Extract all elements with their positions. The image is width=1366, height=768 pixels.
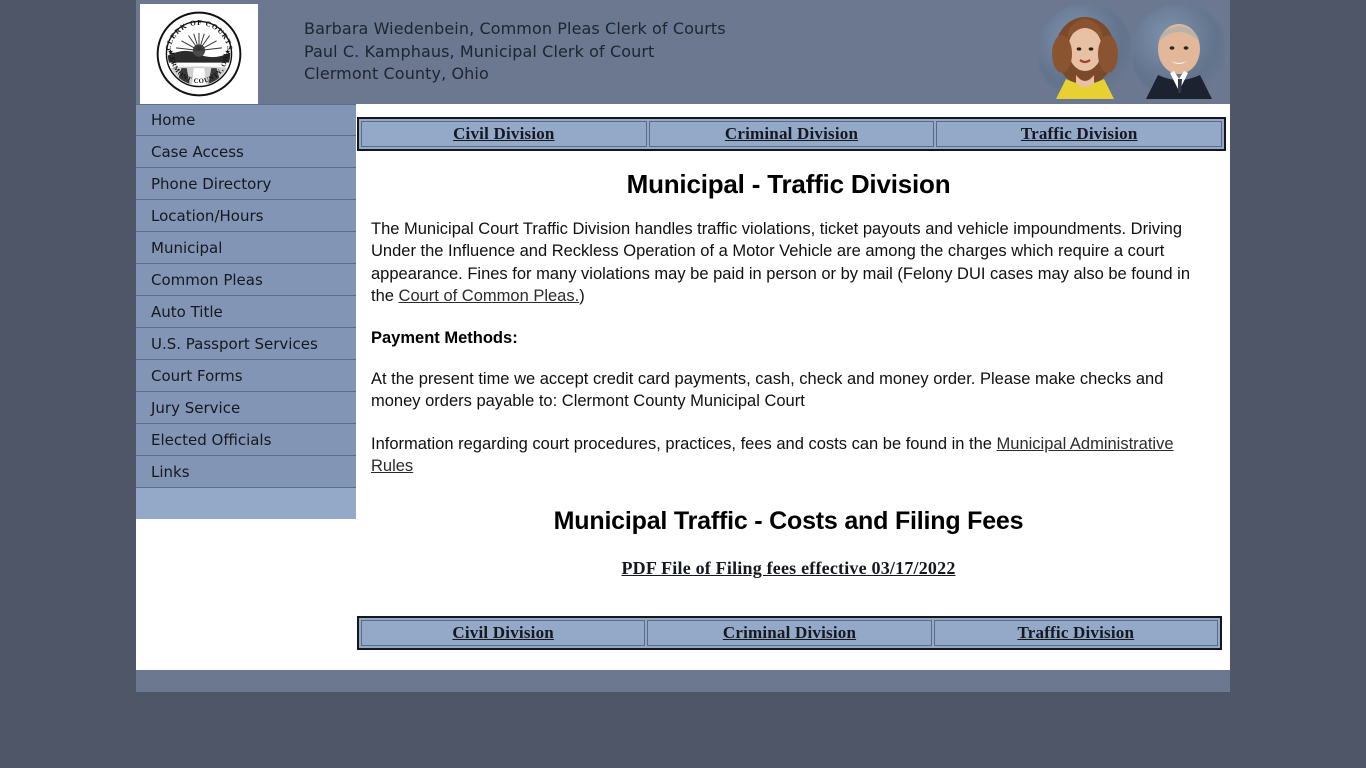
masthead-officials: Barbara Wiedenbein, Common Pleas Clerk o… bbox=[304, 18, 726, 86]
sidebar-navigation: Home Case Access Phone Directory Locatio… bbox=[136, 104, 357, 519]
sidebar-item-common-pleas[interactable]: Common Pleas bbox=[136, 264, 356, 296]
tab-traffic-division-top[interactable]: Traffic Division bbox=[936, 121, 1223, 147]
filing-fees-pdf-link[interactable]: PDF File of Filing fees effective 03/17/… bbox=[621, 558, 955, 578]
division-tabbar-bottom-wrap: Civil Division Criminal Division Traffic… bbox=[357, 616, 1230, 650]
tab-link-label[interactable]: Civil Division bbox=[453, 124, 555, 144]
tab-civil-division-bottom[interactable]: Civil Division bbox=[361, 620, 646, 646]
rules-text-part-1: Information regarding court procedures, … bbox=[371, 434, 997, 453]
tab-link-label[interactable]: Criminal Division bbox=[725, 124, 858, 144]
tab-civil-division-top[interactable]: Civil Division bbox=[361, 121, 647, 147]
clerk-of-courts-seal-icon: CLERK OF COURTS CLERMONT COUNTY, OHIO ★ … bbox=[155, 10, 242, 97]
intro-paragraph: The Municipal Court Traffic Division han… bbox=[371, 218, 1206, 307]
sidebar-item-label: Home bbox=[151, 111, 196, 129]
administrative-rules-paragraph: Information regarding court procedures, … bbox=[371, 433, 1206, 478]
sidebar-item-us-passport-services[interactable]: U.S. Passport Services bbox=[136, 328, 356, 360]
tab-criminal-division-bottom[interactable]: Criminal Division bbox=[647, 620, 932, 646]
sidebar-item-elected-officials[interactable]: Elected Officials bbox=[136, 424, 356, 456]
svg-text:★: ★ bbox=[225, 47, 231, 56]
division-tabbar-bottom: Civil Division Criminal Division Traffic… bbox=[357, 616, 1222, 650]
officials-portraits bbox=[1034, 0, 1230, 104]
sidebar-item-case-access[interactable]: Case Access bbox=[136, 136, 356, 168]
sidebar-item-label: Elected Officials bbox=[151, 430, 272, 449]
sidebar-item-location-hours[interactable]: Location/Hours bbox=[136, 200, 356, 232]
tab-link-label[interactable]: Traffic Division bbox=[1021, 124, 1138, 144]
division-tabbar-top: Civil Division Criminal Division Traffic… bbox=[357, 117, 1226, 151]
sidebar-item-jury-service[interactable]: Jury Service bbox=[136, 392, 356, 424]
main-content: Civil Division Criminal Division Traffic… bbox=[356, 104, 1230, 670]
court-of-common-pleas-link[interactable]: Court of Common Pleas. bbox=[399, 287, 580, 305]
sidebar-item-label: Jury Service bbox=[151, 398, 241, 417]
county-seal-logo[interactable]: CLERK OF COURTS CLERMONT COUNTY, OHIO ★ … bbox=[140, 4, 258, 104]
tab-traffic-division-bottom[interactable]: Traffic Division bbox=[933, 620, 1218, 646]
intro-text-part-2: ) bbox=[579, 286, 585, 305]
sidebar-item-label: Location/Hours bbox=[151, 206, 264, 225]
article-body: Municipal - Traffic Division The Municip… bbox=[357, 169, 1230, 579]
sidebar-item-label: Auto Title bbox=[151, 302, 223, 321]
portrait-photo-icon bbox=[1146, 24, 1212, 99]
sidebar-item-label: U.S. Passport Services bbox=[151, 334, 318, 353]
sidebar-item-label: Court Forms bbox=[151, 366, 243, 385]
pdf-link-row: PDF File of Filing fees effective 03/17/… bbox=[371, 558, 1206, 579]
sidebar-item-auto-title[interactable]: Auto Title bbox=[136, 296, 356, 328]
sidebar-item-label: Common Pleas bbox=[151, 270, 263, 289]
costs-and-filing-fees-title: Municipal Traffic - Costs and Filing Fee… bbox=[553, 507, 1024, 536]
sidebar-item-home[interactable]: Home bbox=[136, 104, 356, 136]
payment-methods-paragraph: At the present time we accept credit car… bbox=[371, 370, 1164, 411]
sidebar-item-phone-directory[interactable]: Phone Directory bbox=[136, 168, 356, 200]
portrait-barbara-wiedenbein bbox=[1039, 3, 1131, 101]
sidebar-item-spacer bbox=[136, 488, 356, 519]
sidebar-item-label: Municipal bbox=[151, 238, 223, 257]
portrait-paul-kamphaus bbox=[1133, 3, 1225, 101]
payment-methods-heading: Payment Methods: bbox=[371, 329, 518, 348]
tab-link-label[interactable]: Criminal Division bbox=[723, 623, 856, 643]
page-title: Municipal - Traffic Division bbox=[626, 169, 951, 199]
site-page: CLERK OF COURTS CLERMONT COUNTY, OHIO ★ … bbox=[136, 0, 1230, 670]
sidebar-item-label: Links bbox=[151, 462, 190, 481]
masthead-line-1: Barbara Wiedenbein, Common Pleas Clerk o… bbox=[304, 19, 726, 38]
tab-link-label[interactable]: Traffic Division bbox=[1017, 623, 1134, 643]
portrait-photo-icon bbox=[1052, 17, 1118, 99]
masthead: CLERK OF COURTS CLERMONT COUNTY, OHIO ★ … bbox=[136, 0, 1230, 104]
masthead-line-2: Paul C. Kamphaus, Municipal Clerk of Cou… bbox=[304, 41, 655, 61]
tab-link-label[interactable]: Civil Division bbox=[452, 623, 554, 643]
sidebar-item-label: Case Access bbox=[151, 142, 244, 161]
sidebar-item-label: Phone Directory bbox=[151, 174, 272, 193]
sidebar-item-links[interactable]: Links bbox=[136, 456, 356, 488]
sidebar-item-municipal[interactable]: Municipal bbox=[136, 232, 356, 264]
tab-criminal-division-top[interactable]: Criminal Division bbox=[648, 121, 935, 147]
sidebar-item-court-forms[interactable]: Court Forms bbox=[136, 360, 356, 392]
masthead-line-3: Clermont County, Ohio bbox=[304, 64, 489, 83]
body-area: Home Case Access Phone Directory Locatio… bbox=[136, 104, 1230, 670]
footer-strip bbox=[136, 670, 1230, 692]
svg-text:★: ★ bbox=[167, 47, 173, 56]
